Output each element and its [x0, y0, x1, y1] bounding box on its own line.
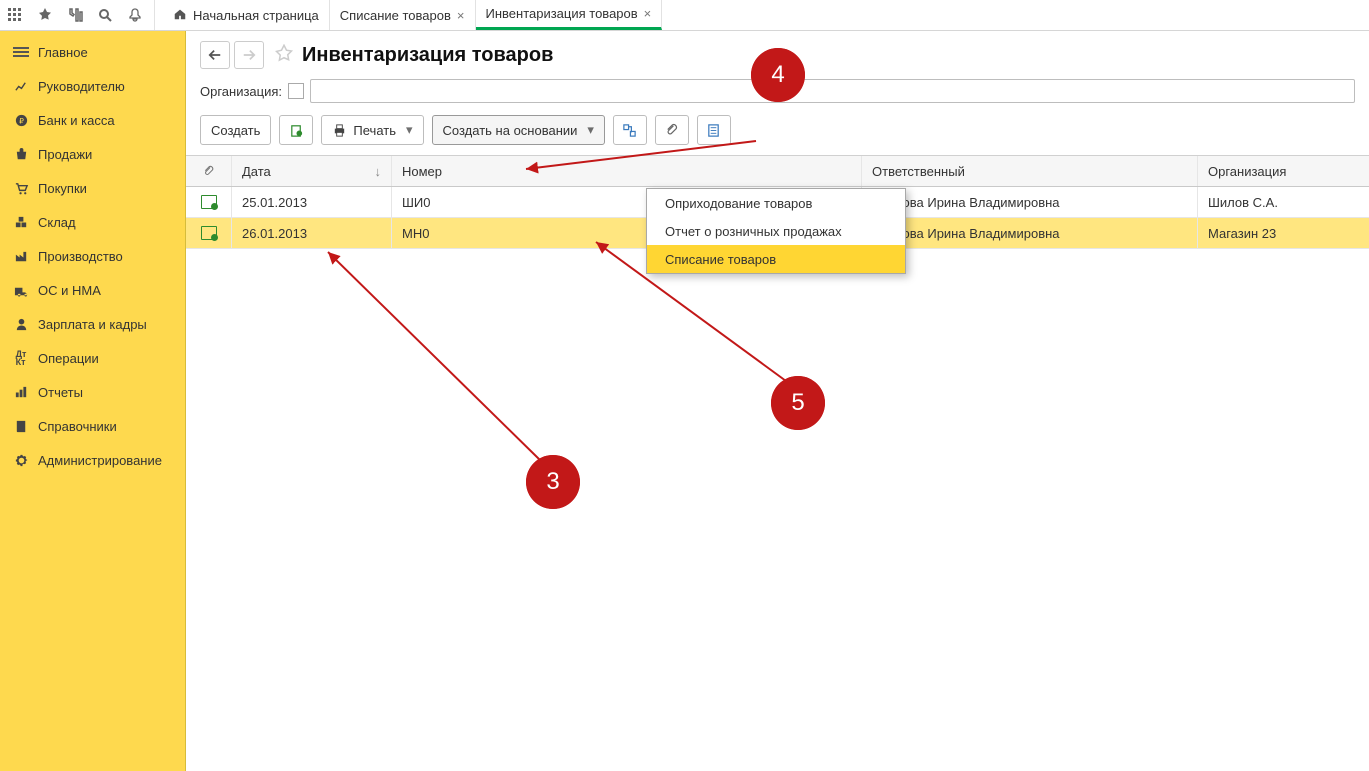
tab-inventory[interactable]: Инвентаризация товаров ×: [476, 0, 663, 30]
col-date[interactable]: Дата↓: [232, 156, 392, 186]
bars-icon: [10, 385, 32, 400]
row-status-icon: [186, 218, 232, 248]
tab-inventory-label: Инвентаризация товаров: [486, 6, 638, 21]
apps-icon[interactable]: [0, 0, 30, 30]
sidebar-item-sales[interactable]: Продажи: [0, 137, 185, 171]
table-header: Дата↓ Номер Ответственный Организация: [186, 156, 1369, 187]
boxes-icon: [10, 215, 32, 230]
org-filter-checkbox[interactable]: [288, 83, 304, 99]
row-status-icon: [186, 187, 232, 217]
cart-icon: [10, 181, 32, 196]
annotation-arrow: [316, 246, 566, 466]
print-button[interactable]: Печать▾: [321, 115, 423, 145]
col-org[interactable]: Организация: [1198, 156, 1369, 186]
sidebar-item-purchases[interactable]: Покупки: [0, 171, 185, 205]
content-area: Инвентаризация товаров Организация: Созд…: [186, 31, 1369, 771]
book-icon: [10, 419, 32, 434]
tab-writeoff[interactable]: Списание товаров ×: [330, 0, 476, 30]
close-icon[interactable]: ×: [457, 8, 465, 23]
create-based-menu: Оприходование товаров Отчет о розничных …: [646, 188, 906, 274]
ruble-icon: ₽: [10, 113, 32, 128]
dd-oprihodovanie[interactable]: Оприходование товаров: [647, 189, 905, 217]
sidebar-item-admin[interactable]: Администрирование: [0, 443, 185, 477]
sidebar-item-warehouse[interactable]: Склад: [0, 205, 185, 239]
list-button[interactable]: [697, 115, 731, 145]
annotation-marker-4: 4: [751, 48, 805, 102]
chart-icon: [10, 79, 32, 94]
favorite-star-icon[interactable]: [274, 44, 294, 67]
col-resp[interactable]: Ответственный: [862, 156, 1198, 186]
search-icon[interactable]: [90, 0, 120, 30]
dd-spisanie[interactable]: Списание товаров: [647, 245, 905, 273]
col-num[interactable]: Номер: [392, 156, 862, 186]
tab-writeoff-label: Списание товаров: [340, 8, 451, 23]
tab-home-label: Начальная страница: [193, 8, 319, 23]
dd-retail-report[interactable]: Отчет о розничных продажах: [647, 217, 905, 245]
close-icon[interactable]: ×: [644, 6, 652, 21]
nav-forward-button[interactable]: [234, 41, 264, 69]
gear-icon: [10, 453, 32, 468]
bell-icon[interactable]: [120, 0, 150, 30]
sidebar-item-hr[interactable]: Зарплата и кадры: [0, 307, 185, 341]
factory-icon: [10, 249, 32, 264]
star-icon[interactable]: [30, 0, 60, 30]
attach-button[interactable]: [655, 115, 689, 145]
history-icon[interactable]: [60, 0, 90, 30]
sidebar-item-prod[interactable]: Производство: [0, 239, 185, 273]
caret-down-icon: ▾: [406, 122, 413, 138]
bag-icon: [10, 147, 32, 162]
sidebar-item-os[interactable]: ОС и НМА: [0, 273, 185, 307]
nav-back-button[interactable]: [200, 41, 230, 69]
caret-down-icon: ▾: [587, 122, 594, 138]
page-title: Инвентаризация товаров: [302, 44, 553, 67]
org-filter-input[interactable]: [310, 79, 1355, 103]
col-attach[interactable]: [186, 156, 232, 186]
sidebar-item-ops[interactable]: ДтКтОперации: [0, 341, 185, 375]
truck-icon: [10, 283, 32, 298]
hamburger-icon: [10, 47, 32, 57]
sidebar-item-bank[interactable]: ₽Банк и касса: [0, 103, 185, 137]
svg-text:₽: ₽: [19, 116, 24, 125]
sidebar: Главное Руководителю ₽Банк и касса Прода…: [0, 31, 186, 771]
sidebar-item-manager[interactable]: Руководителю: [0, 69, 185, 103]
related-button[interactable]: [613, 115, 647, 145]
home-icon: [173, 7, 187, 24]
person-icon: [10, 317, 32, 332]
dtkt-icon: ДтКт: [10, 350, 32, 366]
annotation-marker-3: 3: [526, 455, 580, 509]
copy-button[interactable]: [279, 115, 313, 145]
create-based-button[interactable]: Создать на основании▾: [432, 115, 605, 145]
org-filter-label: Организация:: [200, 84, 282, 99]
annotation-marker-5: 5: [771, 376, 825, 430]
create-button[interactable]: Создать: [200, 115, 271, 145]
sidebar-item-reports[interactable]: Отчеты: [0, 375, 185, 409]
sidebar-item-refs[interactable]: Справочники: [0, 409, 185, 443]
sidebar-item-main[interactable]: Главное: [0, 35, 185, 69]
tab-bar: Начальная страница Списание товаров × Ин…: [163, 0, 662, 30]
tab-home[interactable]: Начальная страница: [163, 0, 330, 30]
top-toolbar: Начальная страница Списание товаров × Ин…: [0, 0, 1369, 31]
toolbar: Создать Печать▾ Создать на основании▾: [186, 111, 1369, 155]
